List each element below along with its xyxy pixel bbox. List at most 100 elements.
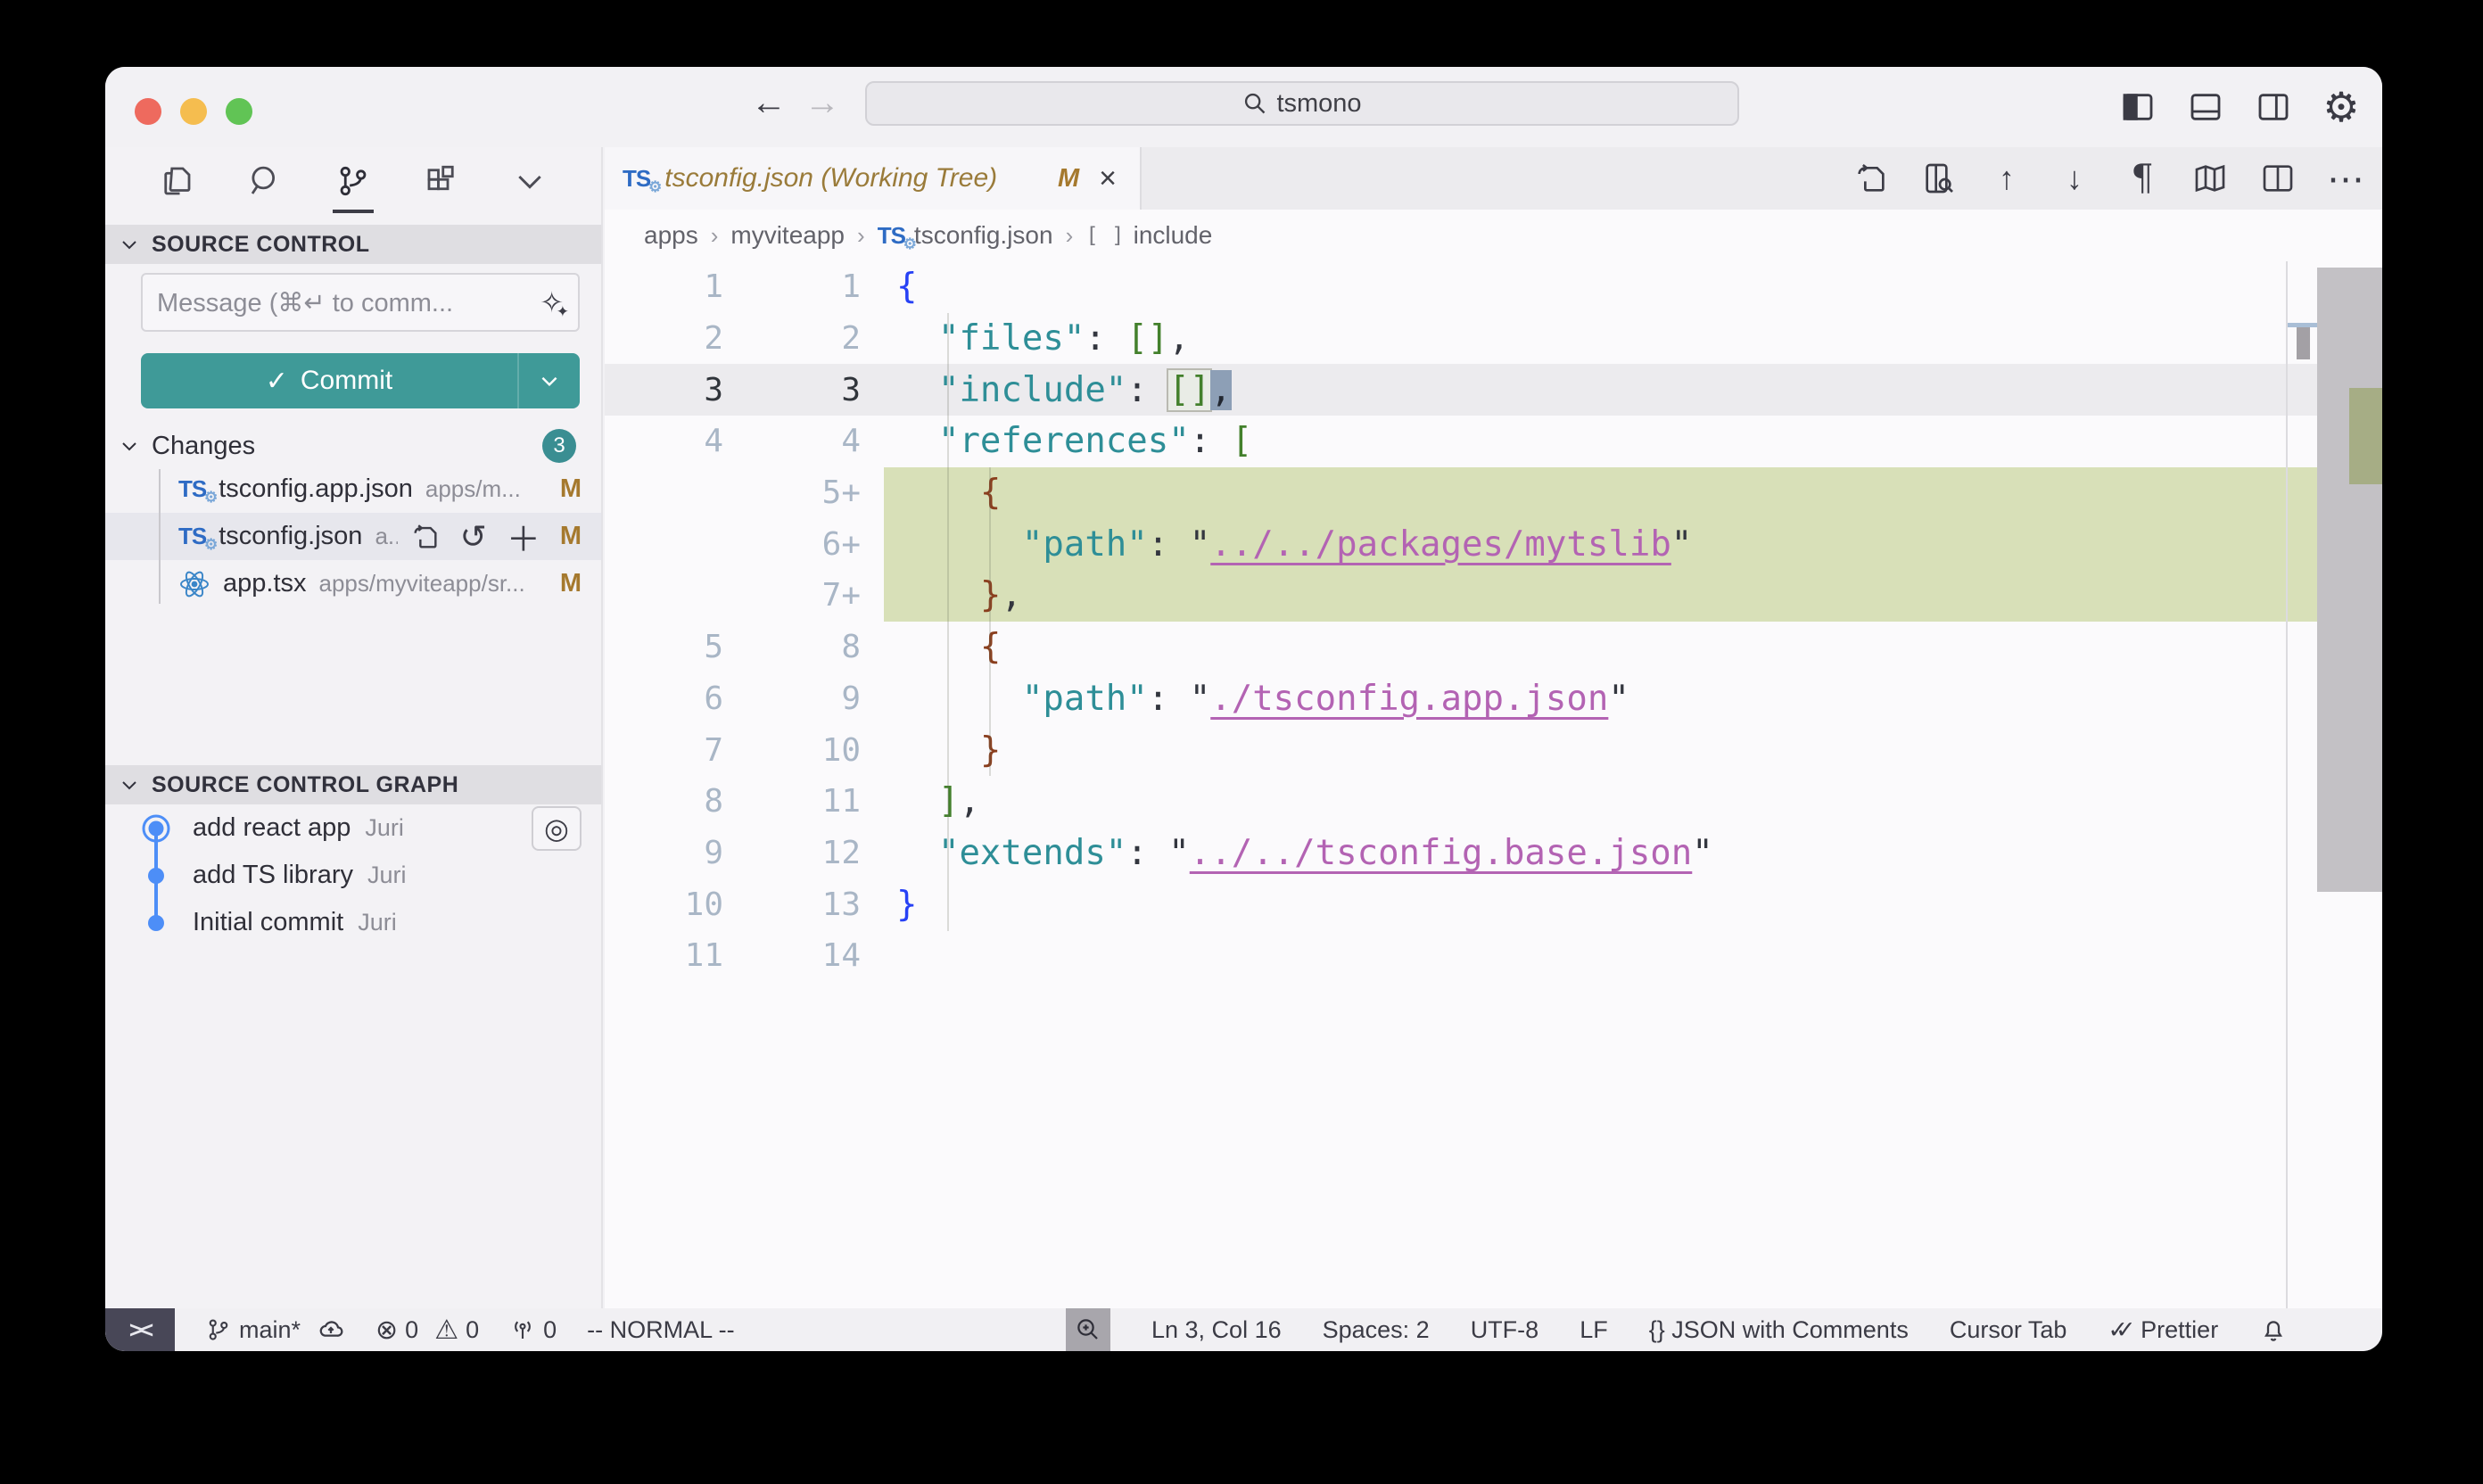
explorer-icon[interactable] xyxy=(154,155,199,207)
code-line[interactable]: 44 "references": [ xyxy=(605,416,2317,467)
code-line-content: "include": [], xyxy=(884,364,2317,416)
changes-count-badge: 3 xyxy=(542,429,576,463)
next-change-icon[interactable]: ↓ xyxy=(2056,160,2093,197)
ports-indicator[interactable]: 0 xyxy=(509,1316,557,1344)
sparkle-ai-icon[interactable]: ✧✦ xyxy=(540,285,564,319)
original-line-number: 11 xyxy=(605,937,743,974)
scrollbar-thumb[interactable] xyxy=(2317,268,2382,892)
commit-message-input[interactable]: Message (⌘↵ to comm... ✧✦ xyxy=(141,273,580,332)
discard-changes-icon[interactable]: ↺ xyxy=(460,518,487,556)
render-whitespace-pilcrow-icon[interactable]: ¶ xyxy=(2124,160,2161,197)
code-line[interactable]: 912 "extends": "../../tsconfig.base.json… xyxy=(605,828,2317,879)
indentation-indicator[interactable]: Spaces: 2 xyxy=(1323,1316,1430,1344)
vim-mode-indicator[interactable]: -- NORMAL -- xyxy=(587,1316,734,1344)
code-line[interactable]: 58 { xyxy=(605,622,2317,673)
language-indicator[interactable]: {} JSON with Comments xyxy=(1649,1316,1909,1344)
modified-line-number: 8 xyxy=(743,629,884,665)
original-line-number: 2 xyxy=(605,320,743,357)
code-line[interactable]: 1114 xyxy=(605,930,2317,982)
changes-section-header[interactable]: Changes 3 xyxy=(105,426,601,466)
open-changes-icon[interactable] xyxy=(1852,160,1890,197)
more-actions-ellipsis-icon[interactable]: ⋯ xyxy=(2327,160,2364,197)
modified-status-badge: M xyxy=(560,522,582,551)
code-line[interactable]: 710 } xyxy=(605,724,2317,776)
commit-row[interactable]: Initial commitJuri xyxy=(105,899,601,946)
checkout-target-icon[interactable]: ◎ xyxy=(532,806,582,851)
minimap-toggle-map-icon[interactable] xyxy=(2191,160,2229,197)
original-line-number: 9 xyxy=(605,835,743,871)
file-actions: ↺＋ xyxy=(410,512,540,561)
zoom-indicator[interactable] xyxy=(1066,1308,1110,1351)
source-control-graph-header[interactable]: SOURCE CONTROL GRAPH xyxy=(105,765,601,804)
commit-row[interactable]: add react appJuri◎ xyxy=(105,804,601,852)
code-line-current[interactable]: 33 "include": [], xyxy=(605,364,2317,416)
desktop: ← → tsmono ⚙ xyxy=(0,0,2483,1484)
commit-graph-list: add react appJuri◎add TS libraryJuriInit… xyxy=(105,804,601,946)
settings-gear-icon[interactable]: ⚙ xyxy=(2322,87,2361,127)
forward-arrow-icon[interactable]: → xyxy=(801,83,844,123)
maximize-window-button[interactable] xyxy=(226,98,252,125)
encoding-indicator[interactable]: UTF-8 xyxy=(1471,1316,1539,1344)
code-line-content: "path": "../../packages/mytslib" xyxy=(884,518,2317,570)
back-arrow-icon[interactable]: ← xyxy=(747,83,790,123)
branch-indicator[interactable]: main* xyxy=(205,1315,345,1344)
open-file-icon[interactable] xyxy=(410,522,441,552)
code-line[interactable]: 11{ xyxy=(605,261,2317,313)
code-line[interactable]: 1013} xyxy=(605,878,2317,930)
breadcrumb-item[interactable]: myviteapp xyxy=(730,221,845,250)
notifications-bell-icon[interactable] xyxy=(2259,1315,2288,1344)
errors-icon: ⊗ xyxy=(375,1315,398,1346)
commit-message: add TS library xyxy=(193,861,353,890)
breadcrumb-item[interactable]: TS⚙tsconfig.json xyxy=(878,221,1053,250)
react-file-icon xyxy=(178,568,210,600)
source-control-header-label: SOURCE CONTROL xyxy=(152,232,370,258)
code-line[interactable]: 6+ "path": "../../packages/mytslib" xyxy=(605,518,2317,570)
toggle-secondary-sidebar-icon[interactable] xyxy=(2254,87,2293,127)
scm-file-row[interactable]: TS⚙tsconfig.jsona...↺＋M xyxy=(105,513,601,560)
eol-indicator[interactable]: LF xyxy=(1580,1316,1608,1344)
breadcrumb-item[interactable]: apps xyxy=(644,221,698,250)
previous-change-icon[interactable]: ↑ xyxy=(1988,160,2025,197)
changes-label: Changes xyxy=(152,432,255,461)
inline-view-icon[interactable] xyxy=(1920,160,1958,197)
code-line[interactable]: 69 "path": "./tsconfig.app.json" xyxy=(605,673,2317,725)
title-bar: ← → tsmono ⚙ xyxy=(105,67,2382,147)
commit-button[interactable]: ✓ Commit xyxy=(141,353,580,408)
problems-indicator[interactable]: ⊗ 0 ⚠ 0 xyxy=(375,1315,479,1346)
code-line-content: "extends": "../../tsconfig.base.json" xyxy=(884,828,2317,879)
extensions-icon[interactable] xyxy=(419,155,464,207)
code-line[interactable]: 811 ], xyxy=(605,776,2317,828)
stage-changes-icon[interactable]: ＋ xyxy=(507,512,540,561)
commit-dropdown-button[interactable] xyxy=(517,353,580,408)
toggle-panel-icon[interactable] xyxy=(2186,87,2225,127)
minimize-window-button[interactable] xyxy=(180,98,207,125)
source-control-section-header[interactable]: SOURCE CONTROL xyxy=(105,225,601,264)
more-views-chevron-icon[interactable] xyxy=(507,155,552,207)
tab-tsconfig-working-tree[interactable]: TS⚙ tsconfig.json (Working Tree) M × xyxy=(605,147,1142,210)
toggle-primary-sidebar-icon[interactable] xyxy=(2118,87,2157,127)
scm-file-row[interactable]: TS⚙tsconfig.app.jsonapps/m...M xyxy=(105,466,601,513)
editor-scrollbar[interactable] xyxy=(2317,261,2382,1308)
close-tab-icon[interactable]: × xyxy=(1093,161,1122,196)
search-sidebar-icon[interactable] xyxy=(243,155,287,207)
source-control-icon[interactable] xyxy=(331,155,375,207)
cursor-position[interactable]: Ln 3, Col 16 xyxy=(1151,1316,1282,1344)
commit-row[interactable]: add TS libraryJuri xyxy=(105,852,601,899)
minimap[interactable] xyxy=(2286,261,2317,1308)
split-editor-icon[interactable] xyxy=(2259,160,2297,197)
completion-indicator[interactable]: Cursor Tab xyxy=(1950,1316,2067,1344)
diff-editor[interactable]: 11{22 "files": [],33 "include": [],44 "r… xyxy=(605,261,2382,1308)
original-line-number: 3 xyxy=(605,372,743,408)
scm-file-row[interactable]: app.tsxapps/myviteapp/sr...M xyxy=(105,560,601,607)
tab-title: tsconfig.json (Working Tree) xyxy=(664,163,1044,194)
sidebar: SOURCE CONTROL Message (⌘↵ to comm... ✧✦… xyxy=(105,147,603,1308)
formatter-indicator[interactable]: ✓✓ Prettier xyxy=(2108,1316,2218,1344)
code-line[interactable]: 7+ }, xyxy=(605,570,2317,622)
code-line[interactable]: 22 "files": [], xyxy=(605,313,2317,365)
remote-indicator[interactable]: >< xyxy=(105,1308,175,1351)
command-center-search[interactable]: tsmono xyxy=(865,81,1739,126)
chevron-down-icon xyxy=(118,434,141,458)
code-line[interactable]: 5+ { xyxy=(605,467,2317,519)
breadcrumb-item[interactable]: [ ]include xyxy=(1085,221,1212,250)
close-window-button[interactable] xyxy=(135,98,161,125)
